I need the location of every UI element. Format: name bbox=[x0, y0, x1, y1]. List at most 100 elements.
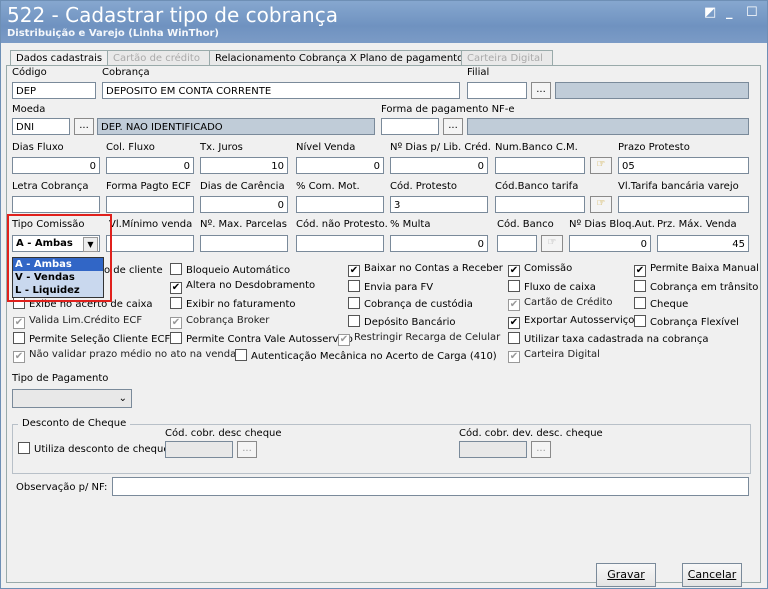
check-icon[interactable]: ✔ bbox=[508, 299, 520, 311]
check-icon[interactable]: ✔ bbox=[338, 334, 350, 346]
multa-input[interactable]: 0 bbox=[390, 235, 488, 252]
checkbox-nao-validar-prazo[interactable]: ✔ Não validar prazo médio no ato na venda bbox=[13, 349, 236, 363]
checkbox-comissao[interactable]: ✔ Comissão bbox=[508, 263, 572, 277]
letra-cobranca-input[interactable] bbox=[12, 196, 100, 213]
checkbox-altera-desdobramento[interactable]: ✔ Altera no Desdobramento bbox=[170, 280, 315, 294]
forma-pgto-nfe-lookup-button[interactable]: ... bbox=[443, 118, 463, 135]
checkbox-carteira-digital[interactable]: ✔ Carteira Digital bbox=[508, 349, 600, 363]
cod-protesto-input[interactable]: 3 bbox=[390, 196, 488, 213]
prz-max-venda-input[interactable]: 45 bbox=[657, 235, 749, 252]
checkbox-label: Depósito Bancário bbox=[364, 317, 456, 328]
checkbox-box[interactable] bbox=[348, 297, 360, 309]
checkbox-cobranca-custodia[interactable]: Cobrança de custódia bbox=[348, 297, 473, 310]
checkbox-bloqueio-automatico[interactable]: Bloqueio Automático bbox=[170, 263, 290, 276]
checkbox-box[interactable] bbox=[348, 315, 360, 327]
maximize-button[interactable]: ☐ bbox=[746, 5, 758, 20]
tx-juros-input[interactable]: 10 bbox=[200, 157, 288, 174]
checkbox-box[interactable] bbox=[170, 332, 182, 344]
chevron-down-icon[interactable]: ⌄ bbox=[119, 391, 127, 406]
moeda-lookup-button[interactable]: ... bbox=[74, 118, 94, 135]
checkbox-utilizar-taxa[interactable]: Utilizar taxa cadastrada na cobrança bbox=[508, 332, 708, 345]
minimize-button[interactable]: _ bbox=[726, 5, 733, 20]
filial-lookup-button[interactable]: ... bbox=[531, 82, 551, 99]
num-banco-cm-input[interactable] bbox=[495, 157, 585, 174]
cod-dev-cheque-lookup-button[interactable]: ... bbox=[531, 441, 551, 458]
nivel-venda-input[interactable]: 0 bbox=[296, 157, 384, 174]
forma-pgto-nfe-input[interactable] bbox=[381, 118, 439, 135]
prazo-protesto-input[interactable]: 05 bbox=[618, 157, 749, 174]
checkbox-permite-contra-vale[interactable]: Permite Contra Vale Autosserviço bbox=[170, 332, 353, 345]
com-mot-input[interactable] bbox=[296, 196, 384, 213]
check-icon[interactable]: ✔ bbox=[170, 317, 182, 329]
cod-dev-cheque-input[interactable] bbox=[459, 441, 527, 458]
vl-min-venda-input[interactable] bbox=[106, 235, 194, 252]
check-icon[interactable]: ✔ bbox=[634, 265, 646, 277]
filial-input[interactable] bbox=[467, 82, 527, 99]
forma-pagto-ecf-input[interactable] bbox=[106, 196, 194, 213]
dias-carencia-input[interactable]: 0 bbox=[200, 196, 288, 213]
checkbox-permite-baixa-manual[interactable]: ✔ Permite Baixa Manual bbox=[634, 263, 759, 277]
checkbox-exibir-faturamento[interactable]: Exibir no faturamento bbox=[170, 297, 295, 310]
checkbox-baixar-contas-receber[interactable]: ✔ Baixar no Contas a Receber bbox=[348, 263, 503, 277]
gravar-button[interactable]: Gravar bbox=[596, 563, 656, 587]
check-icon[interactable]: ✔ bbox=[348, 265, 360, 277]
dias-bloq-input[interactable]: 0 bbox=[569, 235, 651, 252]
check-icon[interactable]: ✔ bbox=[508, 351, 520, 363]
checkbox-label: Cobrança Flexível bbox=[650, 317, 739, 328]
search-doc-icon[interactable]: ☞ bbox=[590, 157, 612, 174]
checkbox-exportar-autosservico[interactable]: ✔ Exportar Autosserviço bbox=[508, 315, 634, 329]
restore-icon[interactable]: ◩ bbox=[704, 5, 716, 20]
search-doc-icon[interactable]: ☞ bbox=[590, 196, 612, 213]
cancelar-button[interactable]: Cancelar bbox=[682, 563, 742, 587]
cod-banco-tarifa-input[interactable] bbox=[495, 196, 585, 213]
checkbox-cobranca-flexivel[interactable]: Cobrança Flexível bbox=[634, 315, 739, 328]
checkbox-box[interactable] bbox=[170, 263, 182, 275]
checkbox-label: Utilizar taxa cadastrada na cobrança bbox=[524, 334, 709, 345]
checkbox-consulta-cliente[interactable]: o de cliente bbox=[104, 265, 163, 276]
checkbox-box[interactable] bbox=[508, 280, 520, 292]
checkbox-fluxo-caixa[interactable]: Fluxo de caixa bbox=[508, 280, 596, 293]
checkbox-box[interactable] bbox=[508, 332, 520, 344]
col-fluxo-input[interactable]: 0 bbox=[106, 157, 194, 174]
checkbox-box[interactable] bbox=[18, 442, 30, 454]
check-icon[interactable]: ✔ bbox=[170, 282, 182, 294]
checkbox-permite-selecao-cliente[interactable]: Permite Seleção Cliente ECF bbox=[13, 332, 170, 345]
max-parcelas-input[interactable] bbox=[200, 235, 288, 252]
cobranca-input[interactable]: DEPOSITO EM CONTA CORRENTE bbox=[102, 82, 460, 99]
cod-nao-protesto-input[interactable] bbox=[296, 235, 384, 252]
check-icon[interactable]: ✔ bbox=[508, 317, 520, 329]
checkbox-box[interactable] bbox=[634, 280, 646, 292]
checkbox-box[interactable] bbox=[170, 297, 182, 309]
checkbox-box[interactable] bbox=[13, 332, 25, 344]
dias-lib-cred-input[interactable]: 0 bbox=[390, 157, 488, 174]
checkbox-envia-fv[interactable]: Envia para FV bbox=[348, 280, 433, 293]
cod-desc-cheque-lookup-button[interactable]: ... bbox=[237, 441, 257, 458]
dias-fluxo-input[interactable]: 0 bbox=[12, 157, 100, 174]
observacao-input[interactable] bbox=[112, 477, 749, 496]
search-doc-icon[interactable]: ☞ bbox=[541, 235, 563, 252]
checkbox-cheque[interactable]: Cheque bbox=[634, 297, 688, 310]
check-icon[interactable]: ✔ bbox=[13, 317, 25, 329]
tipo-pagamento-select[interactable]: ⌄ bbox=[12, 389, 132, 408]
checkbox-cartao-credito[interactable]: ✔ Cartão de Crédito bbox=[508, 297, 612, 311]
checkbox-autenticacao-mecanica[interactable]: Autenticação Mecânica no Acerto de Carga… bbox=[235, 349, 497, 362]
moeda-input[interactable]: DNI bbox=[12, 118, 70, 135]
checkbox-box[interactable] bbox=[634, 297, 646, 309]
cod-banco-input[interactable] bbox=[497, 235, 537, 252]
checkbox-valida-lim-credito[interactable]: ✔ Valida Lim.Crédito ECF bbox=[13, 315, 142, 329]
checkbox-box[interactable] bbox=[235, 349, 247, 361]
nivel-venda-label: Nível Venda bbox=[296, 142, 356, 153]
checkbox-deposito-bancario[interactable]: Depósito Bancário bbox=[348, 315, 455, 328]
checkbox-cobranca-broker[interactable]: ✔ Cobrança Broker bbox=[170, 315, 269, 329]
checkbox-box[interactable] bbox=[634, 315, 646, 327]
checkbox-box[interactable] bbox=[348, 280, 360, 292]
check-icon[interactable]: ✔ bbox=[508, 265, 520, 277]
checkbox-restringir-recarga[interactable]: ✔ Restringir Recarga de Celular bbox=[338, 332, 500, 346]
cod-desc-cheque-input[interactable] bbox=[165, 441, 233, 458]
checkbox-utiliza-desconto[interactable]: Utiliza desconto de cheque bbox=[18, 442, 170, 455]
checkbox-cobranca-transito[interactable]: Cobrança em trânsito bbox=[634, 280, 758, 293]
check-icon[interactable]: ✔ bbox=[13, 351, 25, 363]
vl-tarifa-input[interactable] bbox=[618, 196, 749, 213]
codigo-input[interactable]: DEP bbox=[12, 82, 96, 99]
checkbox-label: Bloqueio Automático bbox=[186, 265, 291, 276]
